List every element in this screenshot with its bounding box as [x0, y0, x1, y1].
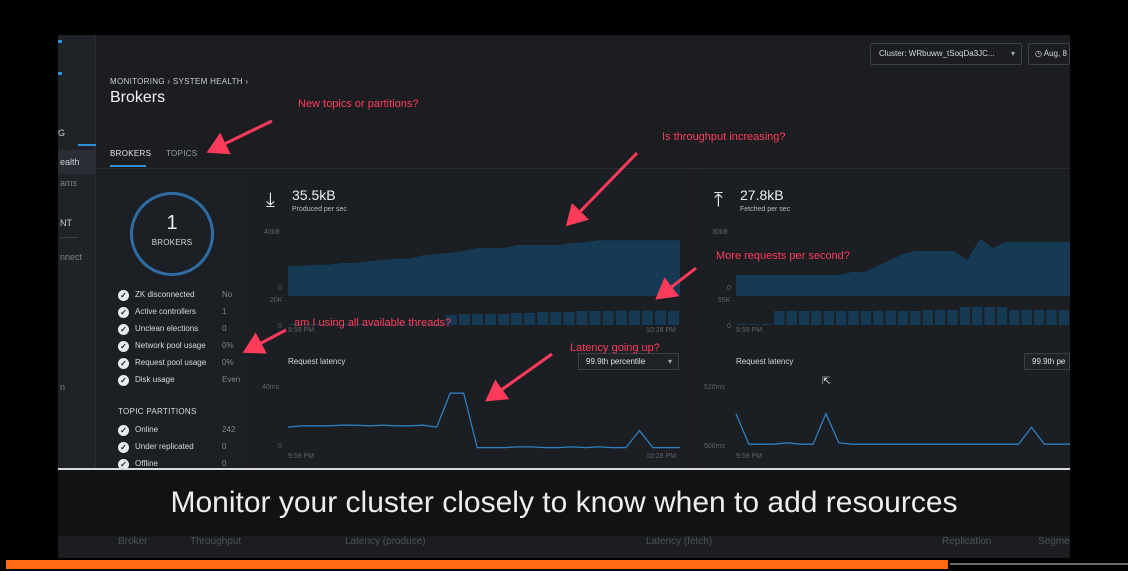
- arrow-latency-icon: [485, 352, 553, 402]
- table-group-header: Segme: [1038, 536, 1070, 547]
- annotation-new-topics: New topics or partitions?: [298, 98, 419, 110]
- table-group-header: Latency (fetch): [646, 536, 713, 547]
- table-group-header: Latency (produce): [345, 536, 426, 547]
- arrow-throughput-icon: [565, 151, 639, 227]
- arrow-threads-icon: [242, 328, 287, 354]
- table-group-header: Broker: [118, 536, 148, 547]
- annotation-latency: Latency going up?: [570, 342, 660, 354]
- video-caption: Monitor your cluster closely to know whe…: [170, 486, 958, 519]
- table-group-header: Throughput: [190, 536, 242, 547]
- annotation-throughput: Is throughput increasing?: [662, 131, 786, 143]
- annotation-threads: am I using all available threads?: [294, 317, 452, 329]
- annotation-requests: More requests per second?: [716, 250, 850, 262]
- arrow-new-topics-icon: [206, 119, 273, 155]
- table-group-header: Replication: [942, 536, 992, 547]
- video-progress-remaining: [950, 563, 1128, 565]
- arrow-requests-icon: [655, 266, 697, 300]
- video-progress-fill: [6, 560, 948, 569]
